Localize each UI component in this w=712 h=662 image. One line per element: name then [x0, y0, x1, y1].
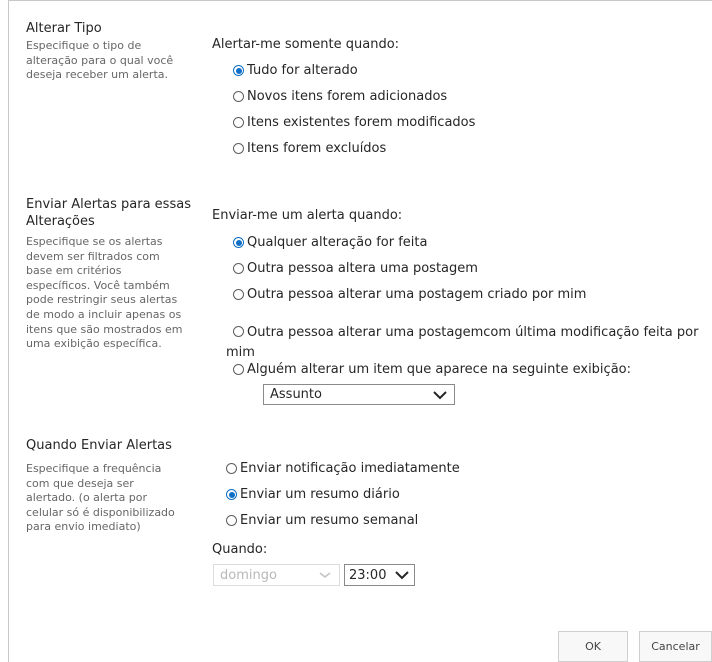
chevron-down-icon: [395, 571, 409, 580]
radio-daily-summary[interactable]: Enviar um resumo diário: [226, 487, 400, 502]
radio-label: Itens forem excluídos: [247, 141, 387, 156]
filter-title: Enviar Alertas para essas Alterações: [26, 197, 191, 229]
radio-label: Tudo for alterado: [247, 63, 358, 78]
ok-button[interactable]: OK: [558, 631, 628, 662]
radio-new-items[interactable]: Novos itens forem adicionados: [233, 89, 447, 104]
radio-deleted-items[interactable]: Itens forem excluídos: [233, 141, 386, 156]
radio-all-changes[interactable]: Tudo for alterado: [233, 63, 358, 78]
when-label: Quando:: [212, 542, 268, 557]
radio-item-in-view[interactable]: Alguém alterar um item que aparece na se…: [233, 362, 631, 377]
radio-button[interactable]: [233, 364, 244, 375]
time-select[interactable]: 23:00: [344, 564, 415, 586]
radio-weekly-summary[interactable]: Enviar um resumo semanal: [226, 513, 418, 528]
chevron-down-icon: [433, 390, 447, 399]
chevron-down-icon: [319, 572, 331, 578]
radio-label: Enviar notificação imediatamente: [240, 461, 460, 476]
when-send-title: Quando Enviar Alertas: [26, 438, 172, 453]
change-type-title: Alterar Tipo: [26, 21, 102, 36]
radio-button[interactable]: [233, 143, 244, 154]
radio-label: Enviar um resumo semanal: [240, 513, 419, 528]
radio-button[interactable]: [233, 65, 244, 76]
when-send-description: Especifique a frequência com que deseja …: [26, 462, 175, 534]
radio-button[interactable]: [233, 326, 244, 337]
radio-label: Outra pessoa alterar uma postagemcom últ…: [226, 325, 699, 360]
radio-button[interactable]: [233, 263, 244, 274]
radio-other-changes-my-last-modified[interactable]: Outra pessoa alterar uma postagemcom últ…: [226, 323, 706, 363]
radio-button[interactable]: [233, 91, 244, 102]
cancel-button[interactable]: Cancelar: [639, 631, 712, 662]
filter-description: Especifique se os alertas devem ser filt…: [26, 235, 183, 351]
view-select[interactable]: Assunto: [263, 384, 455, 405]
radio-send-immediately[interactable]: Enviar notificação imediatamente: [226, 461, 460, 476]
radio-any-change[interactable]: Qualquer alteração for feita: [233, 235, 427, 250]
radio-label: Itens existentes forem modificados: [247, 115, 476, 130]
day-select-value: domingo: [220, 567, 277, 583]
radio-label: Outra pessoa altera uma postagem: [247, 261, 478, 276]
radio-label: Qualquer alteração for feita: [247, 235, 428, 250]
radio-label: Enviar um resumo diário: [240, 487, 400, 502]
time-select-value: 23:00: [349, 567, 387, 583]
radio-label: Novos itens forem adicionados: [247, 89, 448, 104]
radio-modified-items[interactable]: Itens existentes forem modificados: [233, 115, 475, 130]
change-type-group-label: Alertar-me somente quando:: [212, 37, 400, 52]
radio-button[interactable]: [226, 463, 237, 474]
change-type-description: Especifique o tipo de alteração para o q…: [26, 39, 174, 82]
radio-button[interactable]: [233, 117, 244, 128]
day-select: domingo: [213, 564, 340, 586]
radio-label: Alguém alterar um item que aparece na se…: [247, 362, 631, 377]
radio-label: Outra pessoa alterar uma postagem criado…: [247, 287, 587, 302]
radio-button[interactable]: [226, 515, 237, 526]
radio-other-changes-my-post[interactable]: Outra pessoa alterar uma postagem criado…: [233, 287, 586, 302]
radio-button[interactable]: [233, 289, 244, 300]
radio-button[interactable]: [226, 489, 237, 500]
filter-group-label: Enviar-me um alerta quando:: [212, 208, 403, 223]
view-select-value: Assunto: [270, 387, 322, 402]
radio-other-changes-post[interactable]: Outra pessoa altera uma postagem: [233, 261, 478, 276]
radio-button[interactable]: [233, 237, 244, 248]
